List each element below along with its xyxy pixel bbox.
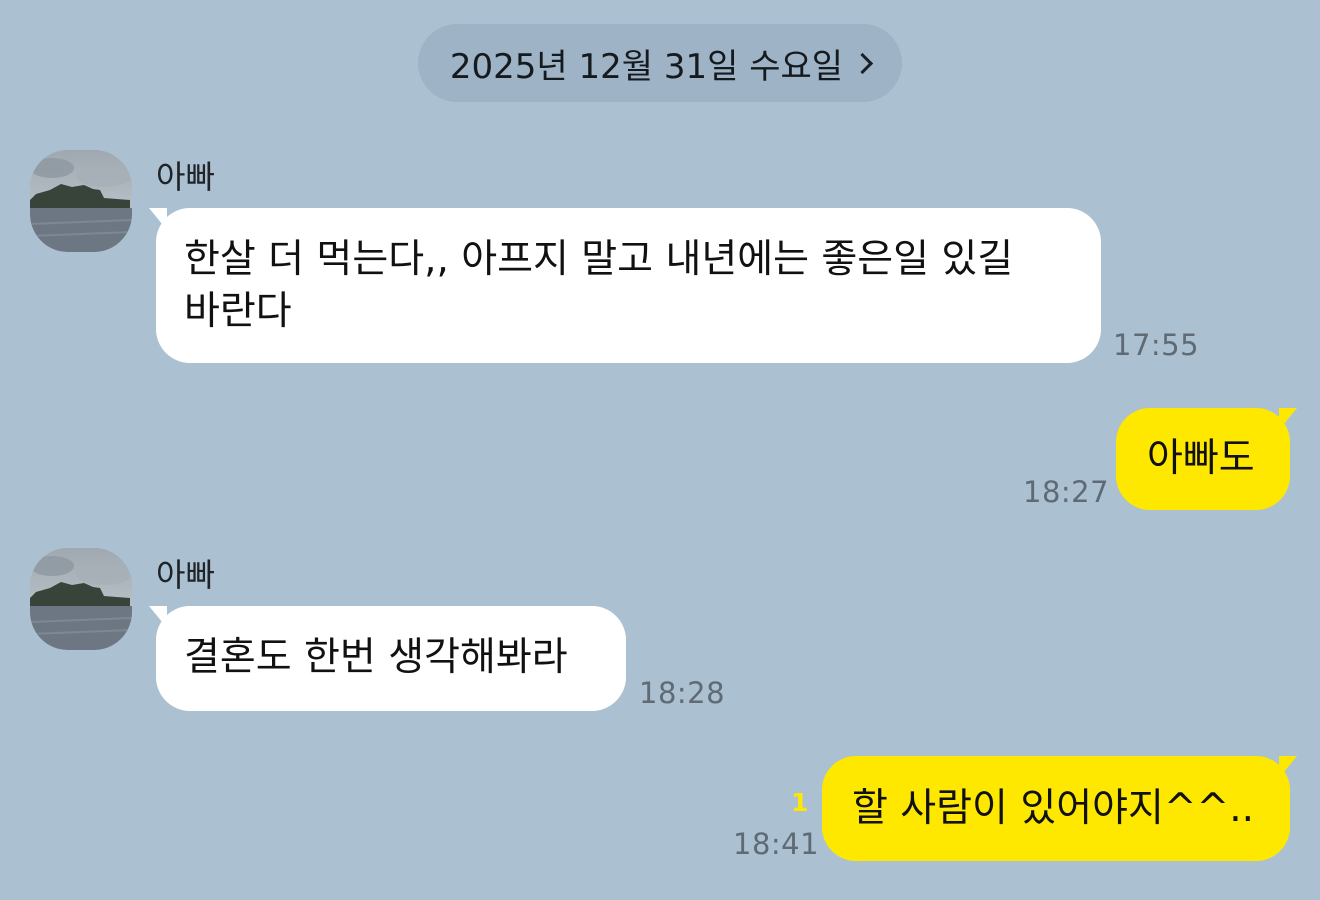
unread-count: 1 bbox=[791, 788, 809, 817]
sender-name: 아빠 bbox=[156, 556, 215, 594]
message-text-line: 한살 더 먹는다,, 아프지 말고 내년에는 좋은일 있길 bbox=[184, 237, 1014, 282]
message-bubble-sent[interactable]: 할 사람이 있어야지^^.. bbox=[822, 756, 1297, 861]
message-text: 아빠도 bbox=[1147, 436, 1255, 481]
avatar[interactable] bbox=[30, 548, 132, 650]
message-time: 18:41 bbox=[733, 827, 820, 861]
message-text: 할 사람이 있어야지^^.. bbox=[852, 786, 1254, 831]
message-time: 18:27 bbox=[1023, 475, 1110, 509]
landscape-photo-avatar bbox=[30, 150, 132, 252]
landscape-photo-avatar bbox=[30, 548, 132, 650]
message-text-line: 바란다 bbox=[184, 289, 292, 334]
date-header[interactable]: 2025년 12월 31일 수요일 bbox=[418, 24, 902, 102]
chat-screen: 2025년 12월 31일 수요일 아빠 한살 더 먹는다,, 아프지 말고 내… bbox=[0, 0, 1320, 900]
message-time: 17:55 bbox=[1113, 328, 1200, 362]
date-header-label: 2025년 12월 31일 수요일 bbox=[449, 46, 844, 87]
sender-name: 아빠 bbox=[156, 158, 215, 196]
avatar[interactable] bbox=[30, 150, 132, 252]
message-bubble-received[interactable]: 결혼도 한번 생각해봐라 bbox=[149, 606, 626, 711]
message-bubble-sent[interactable]: 아빠도 bbox=[1116, 408, 1297, 510]
message-bubble-received[interactable]: 한살 더 먹는다,, 아프지 말고 내년에는 좋은일 있길 바란다 bbox=[149, 208, 1101, 363]
message-text: 결혼도 한번 생각해봐라 bbox=[184, 635, 568, 680]
message-time: 18:28 bbox=[639, 676, 726, 710]
chevron-right-icon bbox=[851, 52, 874, 75]
